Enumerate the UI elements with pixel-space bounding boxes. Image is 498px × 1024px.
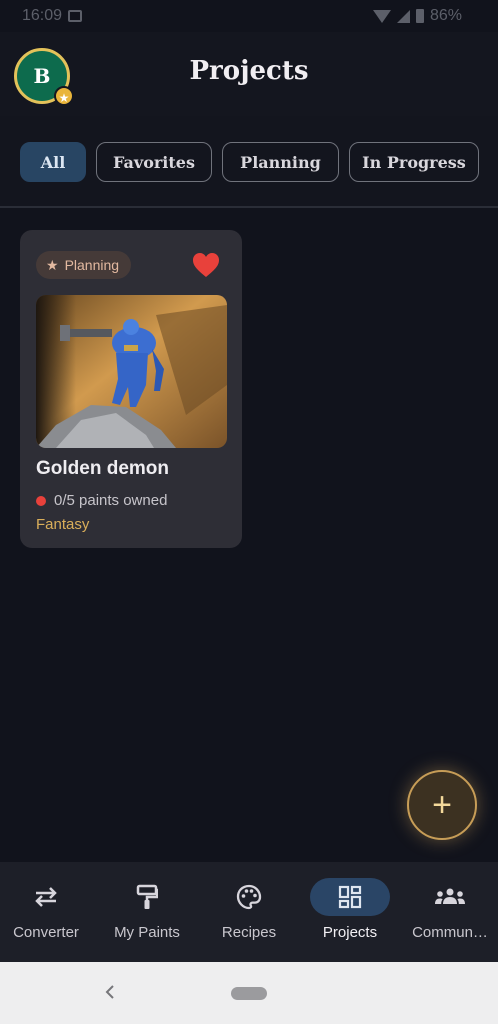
swap-arrows-icon	[35, 887, 57, 907]
community-icon	[435, 888, 465, 904]
filter-chip-row: All Favorites Planning In Progress	[0, 116, 498, 208]
battery-level: 86%	[429, 7, 462, 24]
palette-icon	[236, 884, 262, 910]
star-icon: ★	[46, 256, 59, 273]
paint-roller-icon	[136, 884, 158, 909]
status-badge-label: Planning	[64, 257, 120, 273]
bottom-navigation: Converter My Paints Recipes Projects Com…	[0, 862, 498, 962]
status-time: 16:09	[22, 7, 63, 24]
add-project-button[interactable]: +	[407, 770, 477, 840]
project-card[interactable]: ★ Planning Golden demon 0/5 paints owned…	[20, 230, 242, 548]
nav-label-projects: Projects	[322, 924, 378, 941]
filter-chip-all[interactable]: All	[20, 142, 86, 182]
paints-owned-text: 0/5 paints owned	[54, 492, 168, 509]
favorite-heart-icon[interactable]	[192, 252, 220, 278]
nav-item-converter[interactable]: Converter	[0, 862, 96, 962]
nav-item-community[interactable]: Commun…	[400, 862, 498, 962]
app-header: B ★ Projects	[0, 32, 498, 116]
battery-icon	[415, 9, 424, 23]
back-chevron-icon[interactable]	[103, 982, 117, 1002]
nav-label-recipes: Recipes	[221, 924, 277, 941]
nav-label-my-paints: My Paints	[114, 924, 180, 941]
nav-item-projects[interactable]: Projects	[300, 862, 400, 962]
notification-icon	[68, 10, 83, 22]
nav-label-converter: Converter	[13, 924, 79, 941]
page-title: Projects	[189, 56, 309, 86]
filter-chip-favorites[interactable]: Favorites	[96, 142, 212, 182]
project-thumbnail-image	[36, 295, 227, 448]
paints-owned-row: 0/5 paints owned	[36, 492, 167, 509]
missing-paints-dot-icon	[36, 495, 46, 506]
wifi-icon	[372, 9, 391, 23]
plus-icon: +	[432, 786, 452, 824]
project-genre: Fantasy	[36, 516, 90, 533]
status-bar: 16:09 86%	[0, 0, 498, 32]
filter-chip-in-progress[interactable]: In Progress	[349, 142, 479, 182]
signal-icon	[396, 9, 410, 23]
filter-chip-planning[interactable]: Planning	[222, 142, 339, 182]
nav-item-my-paints[interactable]: My Paints	[97, 862, 197, 962]
status-badge: ★ Planning	[36, 251, 132, 279]
nav-label-community: Commun…	[412, 924, 488, 941]
home-pill-icon[interactable]	[231, 987, 267, 1000]
star-badge-icon: ★	[54, 86, 74, 106]
dashboard-icon	[338, 885, 362, 909]
project-title: Golden demon	[36, 458, 169, 479]
nav-item-recipes[interactable]: Recipes	[199, 862, 299, 962]
